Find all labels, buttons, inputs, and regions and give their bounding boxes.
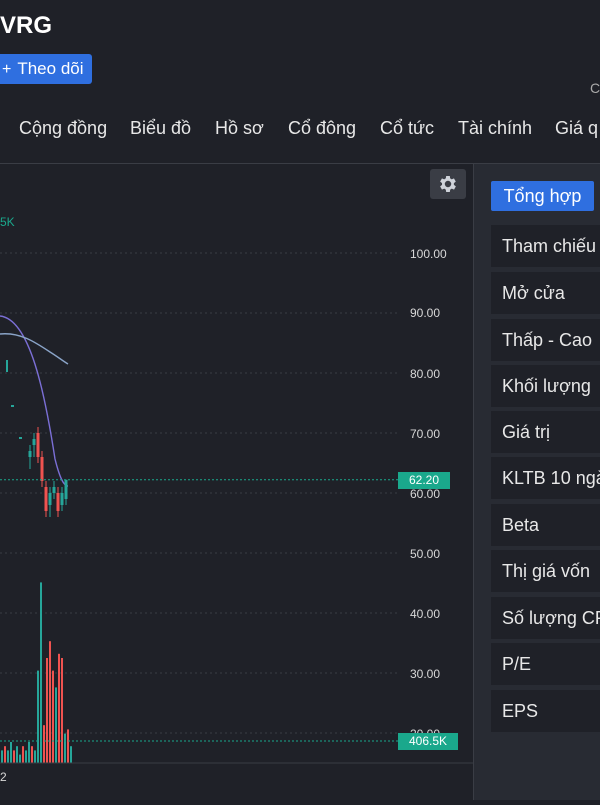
volume-bar <box>37 670 39 763</box>
volume-bar <box>13 750 15 763</box>
volume-top-label: 5K <box>0 215 15 229</box>
volume-bar <box>55 687 57 763</box>
volume-bar <box>67 729 69 763</box>
volume-bar <box>46 658 48 763</box>
volume-bar <box>61 658 63 763</box>
y-tick-label: 50.00 <box>410 547 441 561</box>
early-candles <box>6 360 22 439</box>
top-bar: VRG + Theo dõi C Cộng đồng Biểu đồ Hồ sơ … <box>0 0 600 164</box>
stat-row-pe: P/E <box>491 643 600 685</box>
candle-body <box>36 433 40 457</box>
tab-co-dong[interactable]: Cổ đông <box>288 118 356 139</box>
x-tick-label: 2 <box>0 770 7 784</box>
y-tick-label: 40.00 <box>410 607 441 621</box>
candle-body <box>40 457 44 481</box>
tab-bieu-do[interactable]: Biểu đồ <box>130 118 191 139</box>
gear-icon <box>440 176 456 192</box>
volume-bar <box>25 750 27 763</box>
early-candle <box>6 360 8 372</box>
volume-bar <box>22 746 24 763</box>
stat-row-beta: Beta <box>491 504 600 546</box>
volume-bar <box>7 750 9 763</box>
volume-bar <box>58 653 60 763</box>
y-tick-label: 90.00 <box>410 306 441 320</box>
volume-bar <box>1 750 3 763</box>
price-candles <box>28 427 68 517</box>
tab-summary[interactable]: Tổng hợp <box>491 181 594 211</box>
section-tabs: Cộng đồng Biểu đồ Hồ sơ Cổ đông Cổ tức T… <box>0 118 600 146</box>
stat-row-avg-volume: KLTB 10 ngày <box>491 457 600 499</box>
stat-row-shares: Số lượng CP <box>491 597 600 639</box>
stat-row-eps: EPS <box>491 690 600 732</box>
early-candle <box>19 437 22 439</box>
tab-gia-quyen[interactable]: Giá q <box>555 118 598 139</box>
early-candle <box>11 405 14 407</box>
follow-button[interactable]: + Theo dõi <box>0 54 92 84</box>
stat-row-low-high: Thấp - Cao <box>491 319 600 361</box>
volume-bar <box>70 746 72 763</box>
volume-bar <box>31 746 33 763</box>
y-tick-label: 70.00 <box>410 427 441 441</box>
candle-body <box>56 493 60 511</box>
plus-icon: + <box>2 61 12 78</box>
ticker-symbol: VRG <box>0 12 53 39</box>
stat-row-reference: Tham chiếu <box>491 225 600 267</box>
last-price-tag: 62.20 <box>398 472 450 489</box>
tab-ho-so[interactable]: Hồ sơ <box>215 118 264 139</box>
volume-bar <box>16 746 18 763</box>
last-volume-tag: 406.5K <box>398 733 458 750</box>
stat-row-open: Mở cửa <box>491 272 600 314</box>
y-tick-label: 30.00 <box>410 667 441 681</box>
y-tick-label: 100.00 <box>410 247 447 261</box>
candle-body <box>32 439 36 445</box>
volume-bar <box>34 750 36 763</box>
volume-bar <box>52 670 54 763</box>
tab-cong-dong[interactable]: Cộng đồng <box>19 118 107 139</box>
tab-co-tuc[interactable]: Cổ tức <box>380 118 434 139</box>
volume-bar <box>10 742 12 763</box>
candle-body <box>28 451 32 457</box>
corner-text: C <box>590 80 600 96</box>
tab-tai-chinh[interactable]: Tài chính <box>458 118 532 139</box>
candle-body <box>60 493 64 505</box>
follow-label: Theo dõi <box>17 59 84 78</box>
volume-bar <box>49 641 51 763</box>
stat-row-volume: Khối lượng <box>491 365 600 407</box>
volume-bar <box>19 754 21 763</box>
volume-bar <box>4 746 6 763</box>
volume-bar <box>43 725 45 763</box>
candle-body <box>64 479 68 499</box>
stat-row-market-cap: Thị giá vốn <box>491 550 600 592</box>
candle-body <box>44 487 48 511</box>
candle-body <box>52 487 56 493</box>
volume-bar <box>64 733 66 763</box>
chart-settings-button[interactable] <box>430 169 466 199</box>
y-tick-label: 80.00 <box>410 367 441 381</box>
volume-bar <box>28 742 30 763</box>
candle-body <box>48 493 52 505</box>
volume-bar <box>40 582 42 763</box>
stat-row-value: Giá trị <box>491 411 600 453</box>
y-tick-label: 60.00 <box>410 487 441 501</box>
moving-average-lines <box>0 315 69 487</box>
